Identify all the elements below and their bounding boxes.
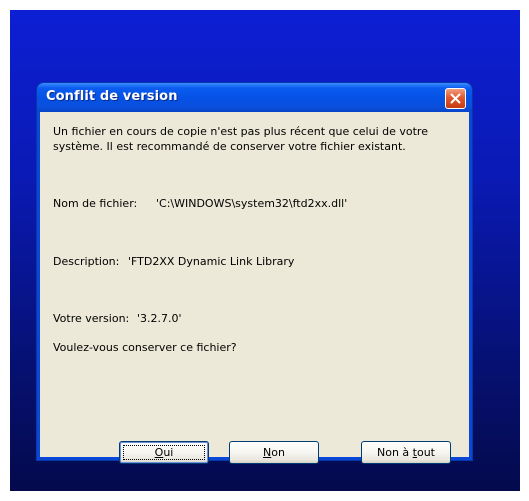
yes-button[interactable]: Oui [119,441,209,464]
file-name-value: 'C:\WINDOWS\system32\ftd2xx.dll' [156,197,348,210]
title-bar[interactable]: Conflit de version [37,83,472,112]
no-to-all-button-label: Non à tout [377,446,435,459]
yes-label-rest: ui [163,446,174,459]
version-label: Votre version: [53,312,130,325]
no-to-all-button[interactable]: Non à tout [361,441,451,464]
close-button[interactable] [445,88,466,109]
no-button[interactable]: Non [229,441,319,464]
window-title: Conflit de version [46,89,178,104]
description-label: Description: [53,255,120,268]
dialog-body: Un fichier en cours de copie n'est pas p… [40,112,469,464]
no-button-label: Non [263,446,285,459]
version-conflict-dialog: Conflit de version Un fichier en cours d… [37,83,472,464]
description-value: 'FTD2XX Dynamic Link Library [128,255,295,268]
no-to-all-prefix: Non à [376,446,413,459]
close-icon [450,93,461,104]
version-value: '3.2.7.0' [137,312,182,325]
yes-button-label: Oui [155,446,174,459]
file-name-label: Nom de fichier: [53,197,138,210]
no-to-all-rest: out [416,446,435,459]
message-line-2: système. Il est recommandé de conserver … [53,140,406,153]
yes-accelerator: O [154,446,164,459]
question-text: Voulez-vous conserver ce fichier? [53,341,237,354]
no-label-rest: on [271,446,285,459]
message-line-1: Un fichier en cours de copie n'est pas p… [53,125,428,138]
